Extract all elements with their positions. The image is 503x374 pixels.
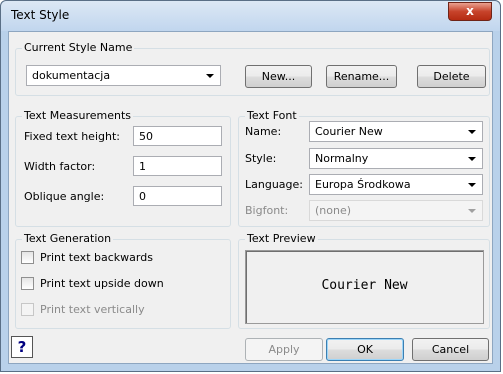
close-icon: x bbox=[466, 4, 474, 18]
bigfont-label: Bigfont: bbox=[245, 204, 289, 217]
current-style-group-label: Current Style Name bbox=[22, 41, 135, 54]
width-factor-value: 1 bbox=[139, 160, 146, 173]
text-font-group-label: Text Font bbox=[245, 109, 299, 122]
fixed-height-label: Fixed text height: bbox=[24, 130, 120, 143]
close-button[interactable]: x bbox=[448, 2, 492, 21]
chevron-down-icon bbox=[206, 74, 214, 78]
rename-button[interactable]: Rename... bbox=[326, 65, 397, 88]
chevron-down-icon bbox=[468, 209, 476, 213]
print-upside-down-label[interactable]: Print text upside down bbox=[40, 277, 164, 290]
print-backwards-label[interactable]: Print text backwards bbox=[40, 251, 153, 264]
cancel-button[interactable]: Cancel bbox=[412, 338, 489, 361]
print-upside-down-checkbox[interactable] bbox=[21, 277, 34, 290]
title-bar[interactable]: Text Style x bbox=[1, 1, 500, 31]
style-name-dropdown[interactable]: dokumentacja bbox=[26, 65, 221, 86]
width-factor-input[interactable]: 1 bbox=[133, 156, 222, 176]
language-value: Europa Środkowa bbox=[315, 178, 411, 191]
preview-sample-text: Courier New bbox=[321, 278, 408, 293]
text-preview-box: Courier New bbox=[245, 250, 484, 324]
text-preview-group-label: Text Preview bbox=[245, 232, 318, 245]
apply-button: Apply bbox=[245, 338, 323, 361]
help-button[interactable]: ? bbox=[11, 336, 33, 358]
style-name-value: dokumentacja bbox=[32, 69, 111, 82]
print-backwards-checkbox[interactable] bbox=[21, 251, 34, 264]
text-generation-group-label: Text Generation bbox=[22, 232, 114, 245]
delete-button[interactable]: Delete bbox=[417, 65, 486, 88]
fixed-height-input[interactable]: 50 bbox=[133, 126, 222, 146]
ok-button[interactable]: OK bbox=[326, 338, 404, 361]
text-style-dialog: Text Style x Current Style Name dokument… bbox=[0, 0, 501, 372]
font-style-label: Style: bbox=[245, 152, 277, 165]
print-vertically-checkbox bbox=[21, 303, 34, 316]
window-title: Text Style bbox=[11, 8, 70, 22]
chevron-down-icon bbox=[468, 130, 476, 134]
dialog-client-area: Current Style Name dokumentacja New... R… bbox=[8, 31, 493, 364]
font-name-label: Name: bbox=[245, 125, 282, 138]
chevron-down-icon bbox=[468, 183, 476, 187]
font-name-dropdown[interactable]: Courier New bbox=[309, 121, 483, 142]
bigfont-dropdown: (none) bbox=[309, 200, 483, 221]
bigfont-value: (none) bbox=[315, 204, 352, 217]
question-mark-icon: ? bbox=[17, 338, 27, 356]
font-name-value: Courier New bbox=[315, 125, 383, 138]
font-style-dropdown[interactable]: Normalny bbox=[309, 148, 483, 169]
oblique-angle-label: Oblique angle: bbox=[24, 190, 105, 203]
width-factor-label: Width factor: bbox=[24, 160, 96, 173]
oblique-angle-input[interactable]: 0 bbox=[133, 186, 222, 206]
new-button[interactable]: New... bbox=[245, 65, 312, 88]
print-vertically-label: Print text vertically bbox=[40, 303, 145, 316]
fixed-height-value: 50 bbox=[139, 130, 153, 143]
language-dropdown[interactable]: Europa Środkowa bbox=[309, 174, 483, 195]
oblique-angle-value: 0 bbox=[139, 190, 146, 203]
text-measurements-group-label: Text Measurements bbox=[22, 109, 133, 122]
language-label: Language: bbox=[245, 178, 303, 191]
chevron-down-icon bbox=[468, 157, 476, 161]
font-style-value: Normalny bbox=[315, 152, 369, 165]
